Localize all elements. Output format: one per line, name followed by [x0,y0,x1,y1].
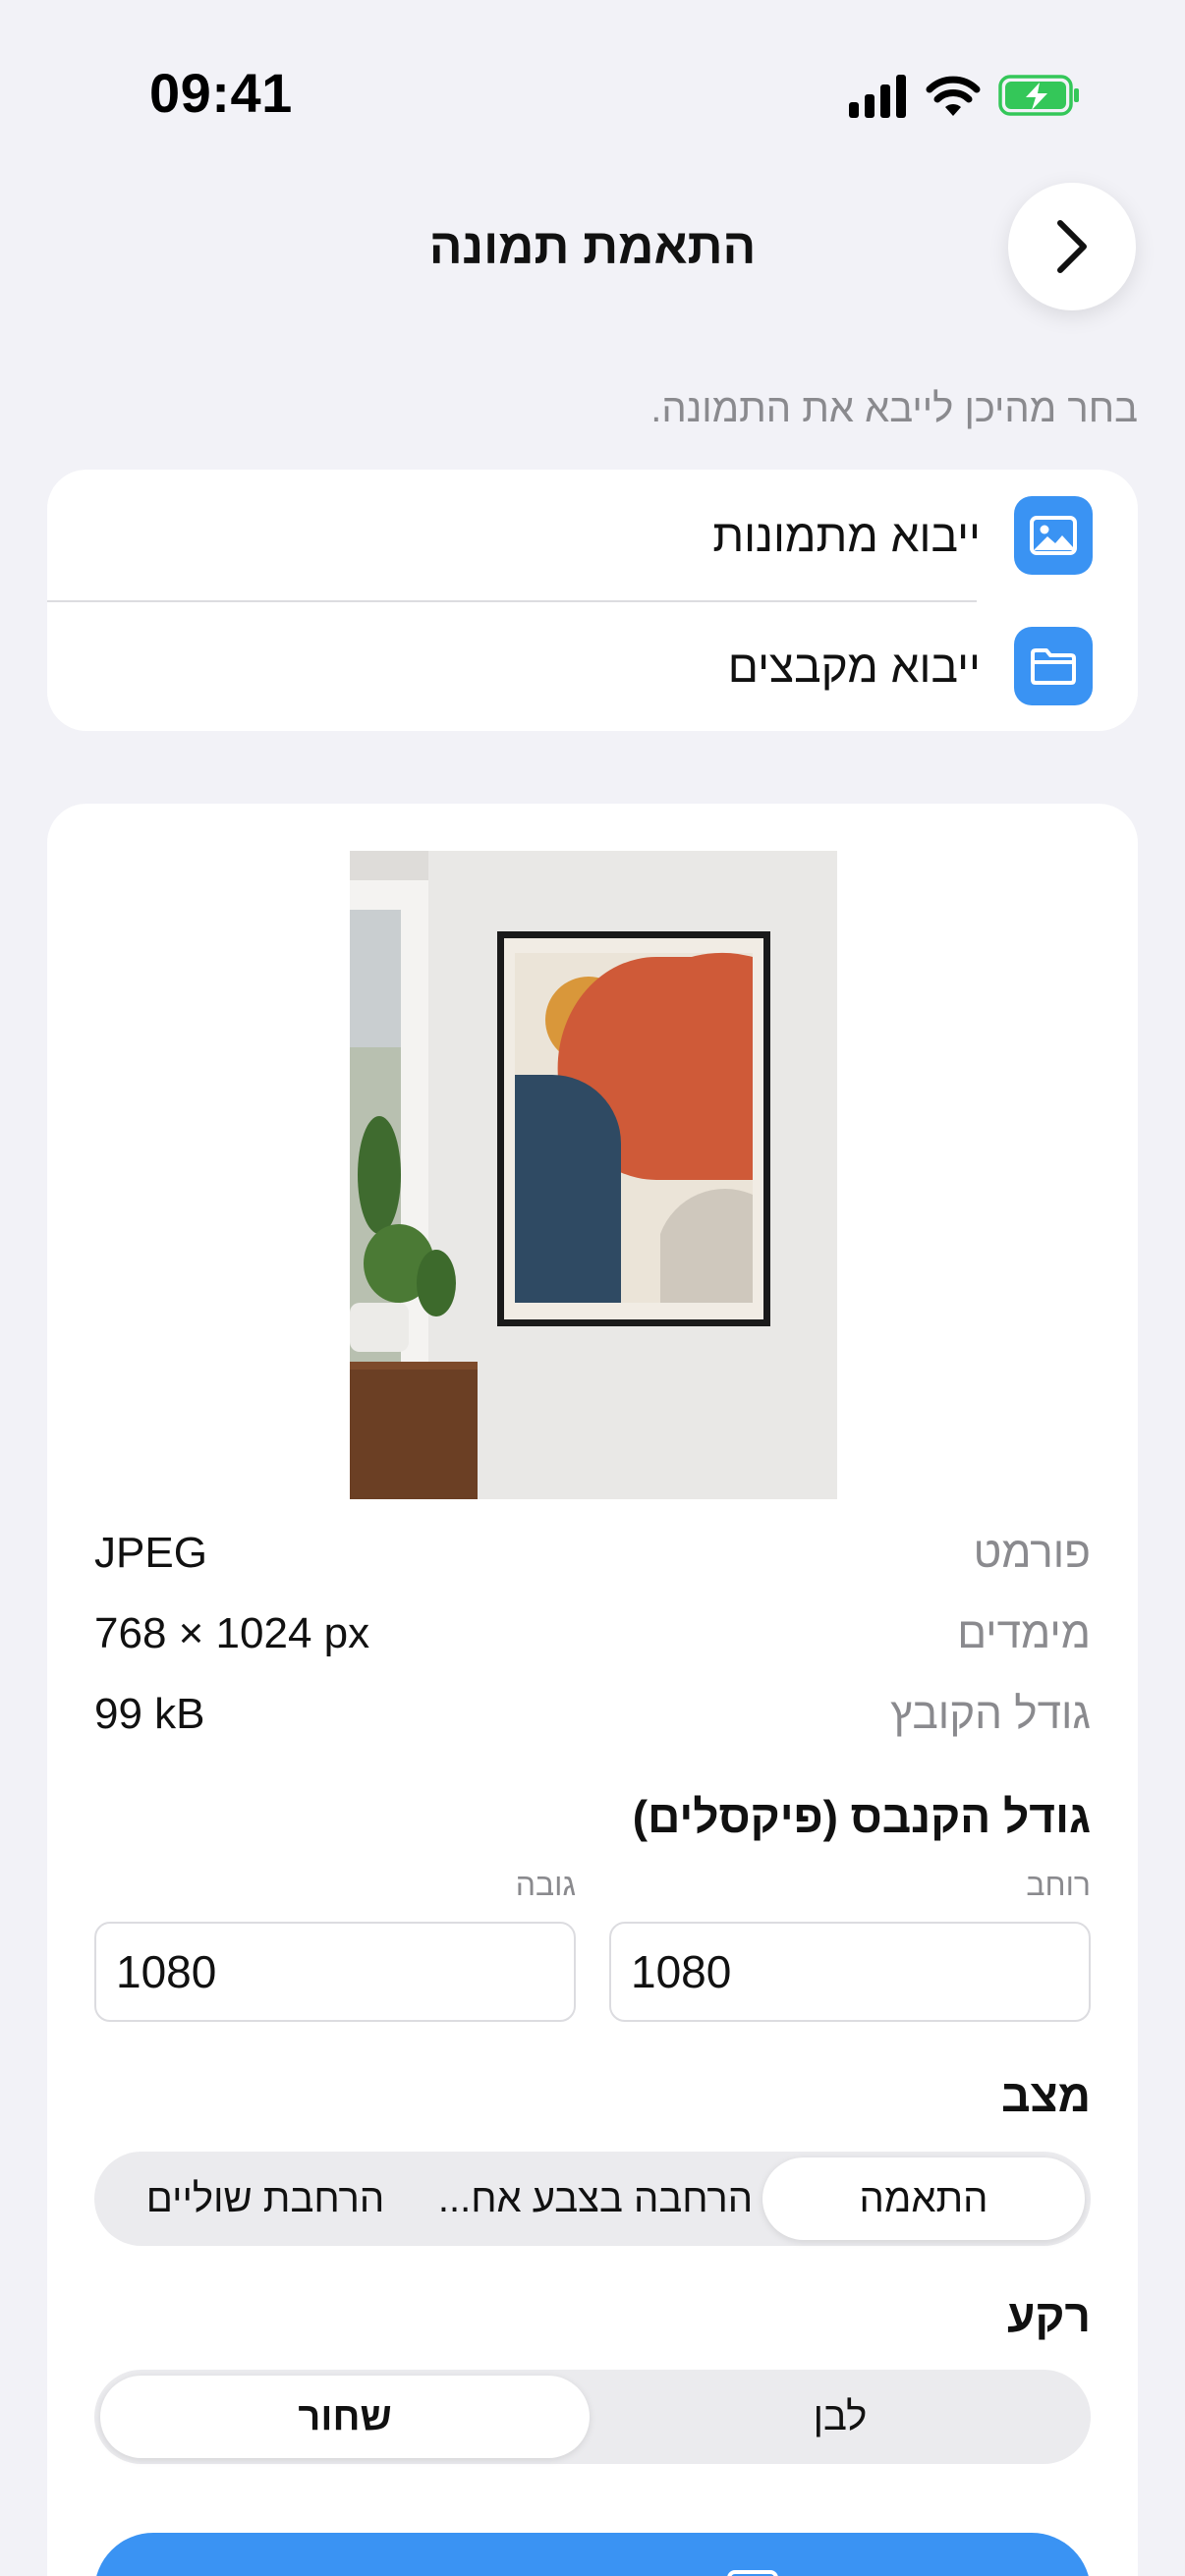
import-from-files-row[interactable]: ייבוא מקבצים [47,600,1138,731]
status-time: 09:41 [149,62,293,124]
import-card: ייבוא מתמונות ייבוא מקבצים [47,470,1138,731]
info-label: פורמט [973,1529,1091,1577]
height-input[interactable]: 1080 [94,1922,576,2022]
info-value: 768 × 1024 px [94,1609,370,1657]
background-title: רקע [1006,2290,1091,2341]
info-label: גודל הקובץ [890,1690,1091,1738]
mode-segmented-control: התאמה הרחבה בצבע אח... הרחבת שוליים [94,2152,1091,2246]
background-segmented-control: לבן שחור [94,2370,1091,2464]
height-label: גובה [515,1867,576,1902]
image-settings-card: פורמט JPEG מימדים 768 × 1024 px גודל הקו… [47,804,1138,2576]
folder-icon [1014,626,1093,705]
back-button[interactable] [1008,183,1136,310]
background-option-white[interactable]: לבן [595,2376,1085,2458]
width-input[interactable]: 1080 [609,1922,1091,2022]
info-row-file-size: גודל הקובץ 99 kB [94,1690,1091,1749]
status-icons [849,73,1104,122]
import-from-photos-label: ייבוא מתמונות [712,509,981,561]
image-preview [350,851,837,1499]
import-from-photos-row[interactable]: ייבוא מתמונות [47,470,1138,600]
chevron-right-icon [1057,220,1087,273]
canvas-size-title: גודל הקנבס (פיקסלים) [632,1791,1091,1842]
wifi-icon [926,76,981,116]
screen: 09:41 התאמת תמונה בחר מהיכן לייבא את התמ… [0,0,1185,2576]
cellular-signal-icon [849,75,906,118]
mode-title: מצב [1001,2070,1091,2121]
fit-image-button-label: התאמת תמונה [405,2565,705,2576]
import-hint: בחר מהיכן לייבא את התמונה. [650,387,1138,430]
info-row-format: פורמט JPEG [94,1529,1091,1588]
mode-option-extend-color[interactable]: הרחבה בצבע אח... [432,2157,759,2240]
fit-image-button[interactable]: התאמת תמונה [94,2533,1091,2576]
width-label: רוחב [1026,1867,1091,1902]
info-row-dimensions: מימדים 768 × 1024 px [94,1609,1091,1668]
info-value: JPEG [94,1529,207,1577]
info-value: 99 kB [94,1690,205,1738]
import-from-files-label: ייבוא מקבצים [727,640,981,692]
canvas-icon [727,2570,778,2576]
background-option-black[interactable]: שחור [100,2376,590,2458]
mode-option-fit[interactable]: התאמה [762,2157,1085,2240]
mode-option-extend-edges[interactable]: הרחבת שוליים [102,2157,428,2240]
photo-icon [1014,495,1093,575]
battery-charging-icon [998,75,1079,116]
info-label: מימדים [957,1609,1091,1657]
status-bar: 09:41 [0,0,1185,187]
